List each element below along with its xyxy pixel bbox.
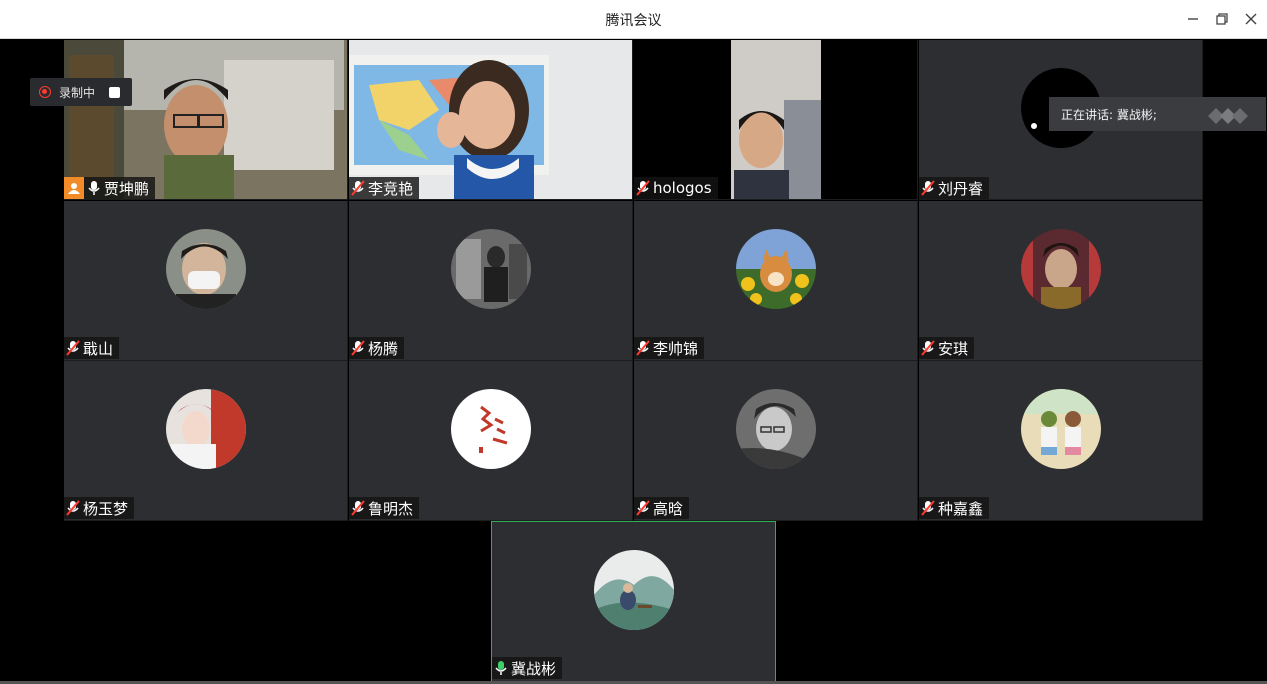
avatar bbox=[1020, 389, 1101, 469]
microphone-muted-icon[interactable] bbox=[66, 340, 80, 356]
restore-icon[interactable] bbox=[1211, 8, 1233, 30]
microphone-icon[interactable] bbox=[494, 660, 508, 676]
record-icon bbox=[39, 86, 51, 98]
microphone-muted-icon[interactable] bbox=[351, 340, 365, 356]
participant-name-tag: 高晗 bbox=[634, 497, 690, 519]
participant-name-tag: 李帅锦 bbox=[634, 337, 705, 359]
video-tile[interactable] bbox=[64, 40, 348, 200]
participant-name: 冀战彬 bbox=[511, 659, 557, 678]
participant-name: 戢山 bbox=[83, 339, 114, 358]
stop-recording-button[interactable] bbox=[109, 86, 121, 98]
participant-name: 种嘉鑫 bbox=[938, 499, 984, 518]
video-tile[interactable] bbox=[634, 40, 918, 200]
video-tile[interactable] bbox=[349, 40, 633, 200]
avatar bbox=[165, 229, 246, 309]
participant-name: 安琪 bbox=[938, 339, 969, 358]
avatar bbox=[1020, 229, 1101, 309]
minimize-icon[interactable] bbox=[1182, 8, 1204, 30]
microphone-icon[interactable] bbox=[87, 180, 101, 196]
participant-name-tag: 种嘉鑫 bbox=[919, 497, 990, 519]
microphone-muted-icon[interactable] bbox=[921, 500, 935, 516]
participant-video bbox=[64, 40, 347, 199]
participant-name: hologos bbox=[653, 179, 712, 197]
participant-name: 李竞艳 bbox=[368, 179, 414, 198]
microphone-muted-icon[interactable] bbox=[921, 180, 935, 196]
avatar bbox=[450, 229, 531, 309]
microphone-muted-icon[interactable] bbox=[66, 500, 80, 516]
participant-name-tag: 刘丹睿 bbox=[919, 177, 990, 199]
title-bar: 腾讯会议 bbox=[0, 0, 1267, 39]
avatar bbox=[593, 550, 674, 630]
participant-name: 杨玉梦 bbox=[83, 499, 129, 518]
participant-name-tag: 鲁明杰 bbox=[349, 497, 420, 519]
participant-name-tag: 贾坤鹏 bbox=[64, 177, 156, 199]
participant-video bbox=[634, 40, 917, 199]
microphone-muted-icon[interactable] bbox=[636, 340, 650, 356]
microphone-muted-icon[interactable] bbox=[636, 500, 650, 516]
participant-name: 鲁明杰 bbox=[368, 499, 414, 518]
participant-name: 高晗 bbox=[653, 499, 684, 518]
recording-label: 录制中 bbox=[59, 85, 96, 100]
participant-name: 刘丹睿 bbox=[938, 179, 984, 198]
microphone-muted-icon[interactable] bbox=[351, 180, 365, 196]
microphone-muted-icon[interactable] bbox=[351, 500, 365, 516]
speaking-indicator: 正在讲话: 冀战彬; bbox=[1049, 97, 1266, 131]
participant-name: 贾坤鹏 bbox=[104, 179, 150, 198]
participant-name-tag: 杨玉梦 bbox=[64, 497, 135, 519]
avatar bbox=[450, 389, 531, 469]
participant-name-tag: 杨腾 bbox=[349, 337, 405, 359]
participant-name-tag: 安琪 bbox=[919, 337, 975, 359]
audio-wave-icon bbox=[1208, 108, 1248, 124]
speaking-text: 正在讲话: 冀战彬; bbox=[1061, 107, 1157, 122]
avatar bbox=[165, 389, 246, 469]
avatar bbox=[735, 389, 816, 469]
window-title: 腾讯会议 bbox=[605, 13, 662, 29]
participant-name-tag: 戢山 bbox=[64, 337, 120, 359]
video-grid: 贾坤鹏 李竞艳 hologos 刘丹睿 戢山 杨腾 李帅锦 安琪 杨玉梦 鲁明杰… bbox=[0, 40, 1267, 684]
participant-name-tag: hologos bbox=[634, 177, 718, 199]
microphone-muted-icon[interactable] bbox=[636, 180, 650, 196]
participant-video bbox=[349, 40, 632, 199]
host-icon bbox=[64, 177, 84, 199]
microphone-muted-icon[interactable] bbox=[921, 340, 935, 356]
close-icon[interactable] bbox=[1240, 8, 1262, 30]
avatar bbox=[735, 229, 816, 309]
participant-name-tag: 冀战彬 bbox=[492, 657, 563, 679]
participant-name: 李帅锦 bbox=[653, 339, 699, 358]
participant-name: 杨腾 bbox=[368, 339, 399, 358]
participant-name-tag: 李竞艳 bbox=[349, 177, 420, 199]
recording-indicator[interactable]: 录制中 bbox=[30, 78, 132, 106]
